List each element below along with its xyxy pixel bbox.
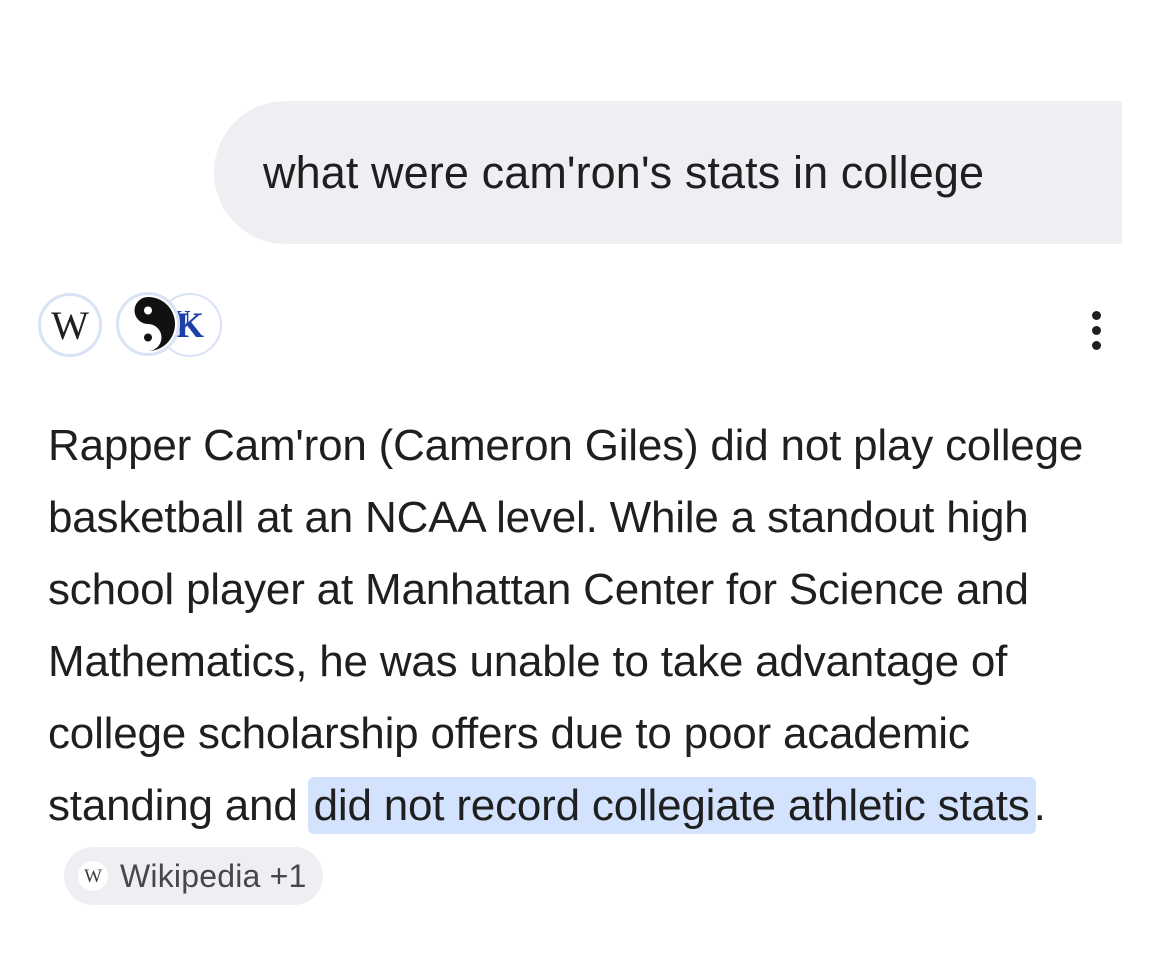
more-vert-icon-dot	[1091, 340, 1101, 350]
user-query-bubble: what were cam'ron's stats in college	[214, 101, 1122, 244]
wikipedia-icon: W	[38, 293, 102, 357]
more-options-button[interactable]	[1078, 306, 1114, 354]
answer-end-punctuation: .	[1033, 781, 1046, 830]
chip-icon-letter: W	[84, 865, 102, 887]
citation-chip-label: Wikipedia +1	[120, 858, 307, 895]
wikipedia-icon-letter: W	[51, 303, 89, 348]
answer-highlighted-claim[interactable]: did not record collegiate athletic stats	[307, 777, 1036, 834]
ai-answer-screen: what were cam'ron's stats in college K U…	[0, 0, 1170, 953]
citation-chip[interactable]: W Wikipedia +1	[64, 847, 323, 906]
answer-body: Rapper Cam'ron (Cameron Giles) did not p…	[48, 421, 1084, 830]
yin-yang-icon	[116, 292, 180, 356]
user-query-text: what were cam'ron's stats in college	[263, 146, 985, 198]
more-vert-icon-dot	[1091, 325, 1101, 335]
wikipedia-icon: W	[78, 861, 108, 892]
more-vert-icon	[1091, 310, 1101, 320]
source-favicons[interactable]: K U W	[36, 291, 222, 361]
answer-text: Rapper Cam'ron (Cameron Giles) did not p…	[48, 410, 1138, 914]
